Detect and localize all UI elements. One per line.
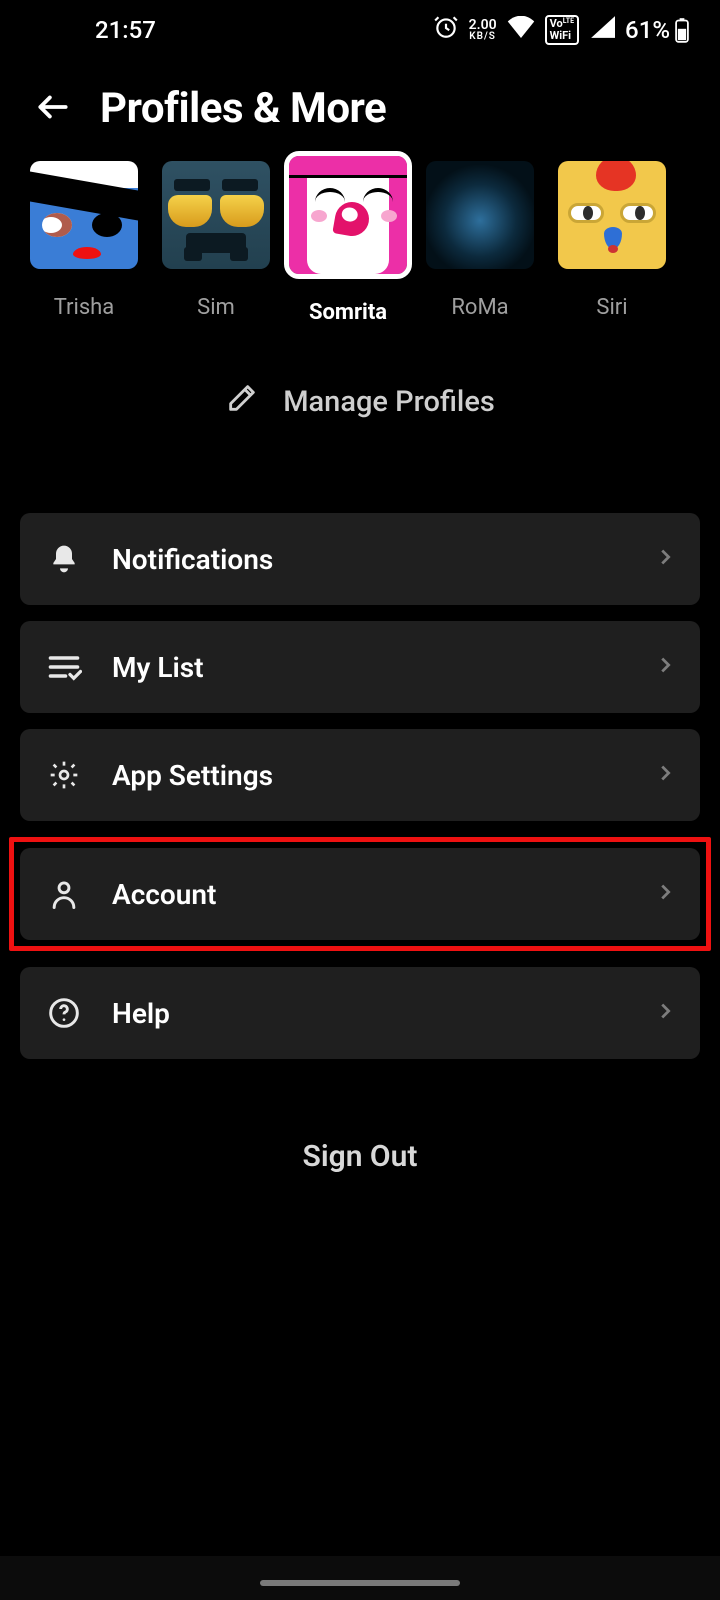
header: Profiles & More xyxy=(0,60,720,161)
wifi-icon xyxy=(507,16,535,44)
vowifi-badge: VoLTEWiFi xyxy=(545,15,579,44)
menu-help[interactable]: Help xyxy=(20,967,700,1059)
menu-label: Help xyxy=(112,997,170,1030)
menu-label: Notifications xyxy=(112,543,273,576)
network-speed: 2.00 KB/S xyxy=(469,18,497,42)
menu-notifications[interactable]: Notifications xyxy=(20,513,700,605)
sign-out-button[interactable]: Sign Out xyxy=(0,1139,720,1174)
battery-indicator: 61% xyxy=(625,16,690,44)
highlight-box: Account xyxy=(9,837,711,951)
profile-label: Siri xyxy=(596,295,627,320)
profile-label: RoMa xyxy=(451,295,508,320)
profile-switcher: Trisha Sim Somrita RoMa Siri xyxy=(0,161,720,325)
manage-profiles-label: Manage Profiles xyxy=(283,385,495,419)
profile-siri[interactable]: Siri xyxy=(558,161,666,325)
chevron-right-icon xyxy=(654,881,676,907)
menu-label: My List xyxy=(112,651,204,684)
gear-icon xyxy=(44,759,84,791)
page-title: Profiles & More xyxy=(100,84,386,133)
help-icon xyxy=(44,997,84,1029)
bell-icon xyxy=(44,543,84,575)
avatar xyxy=(558,161,666,269)
chevron-right-icon xyxy=(654,762,676,788)
profile-label: Somrita xyxy=(309,300,387,325)
chevron-right-icon xyxy=(654,546,676,572)
manage-profiles-button[interactable]: Manage Profiles xyxy=(0,381,720,423)
status-time: 21:57 xyxy=(95,16,156,44)
chevron-right-icon xyxy=(654,654,676,680)
profile-roma[interactable]: RoMa xyxy=(426,161,534,325)
system-nav-bar xyxy=(0,1556,720,1600)
menu-label: Account xyxy=(112,878,216,911)
alarm-icon xyxy=(433,14,459,46)
avatar xyxy=(162,161,270,269)
profile-label: Trisha xyxy=(54,295,115,320)
signal-icon xyxy=(589,16,615,44)
chevron-right-icon xyxy=(654,1000,676,1026)
profile-sim[interactable]: Sim xyxy=(162,161,270,325)
menu-app-settings[interactable]: App Settings xyxy=(20,729,700,821)
profile-label: Sim xyxy=(197,295,235,320)
person-icon xyxy=(44,878,84,910)
pencil-icon xyxy=(225,381,259,423)
avatar xyxy=(426,161,534,269)
status-bar: 21:57 2.00 KB/S VoLTEWiFi 61% xyxy=(0,0,720,60)
menu-account[interactable]: Account xyxy=(20,848,700,940)
settings-menu: Notifications My List App Settings xyxy=(0,513,720,1059)
menu-label: App Settings xyxy=(112,759,273,792)
menu-my-list[interactable]: My List xyxy=(20,621,700,713)
profile-trisha[interactable]: Trisha xyxy=(30,161,138,325)
avatar xyxy=(30,161,138,269)
avatar xyxy=(289,156,407,274)
gesture-handle[interactable] xyxy=(260,1580,460,1586)
profile-somrita[interactable]: Somrita xyxy=(289,161,407,325)
list-icon xyxy=(44,652,84,682)
back-icon[interactable] xyxy=(34,88,72,130)
